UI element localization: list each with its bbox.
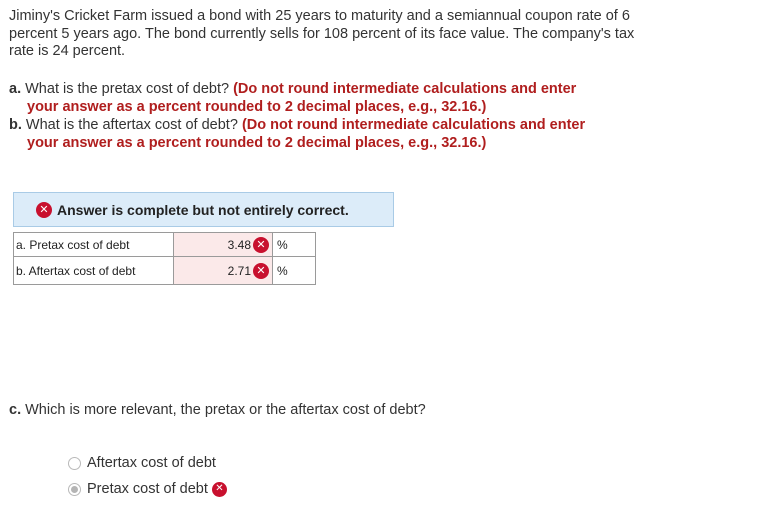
x-circle-icon: ✕ [211, 481, 227, 497]
answer-row-b: b. Aftertax cost of debt 2.71 ✕ % [13, 256, 316, 285]
option-aftertax[interactable]: Aftertax cost of debt [68, 455, 216, 471]
x-circle-icon: ✕ [253, 236, 269, 253]
radio-pretax[interactable] [68, 482, 81, 496]
answer-label-a: a. Pretax cost of debt [13, 232, 174, 257]
x-circle-icon: ✕ [36, 201, 52, 218]
question-a-text: What is the pretax cost of debt? [25, 81, 230, 97]
question-a-instruction-1: (Do not round intermediate calculations … [233, 81, 577, 97]
question-a-instruction-2: your answer as a percent rounded to 2 de… [27, 99, 487, 115]
answer-row-a: a. Pretax cost of debt 3.48 ✕ % [13, 232, 316, 257]
question-c: c. Which is more relevant, the pretax or… [9, 402, 426, 418]
question-c-text: Which is more relevant, the pretax or th… [25, 402, 426, 418]
answer-value-b-cell[interactable]: 2.71 ✕ [173, 256, 273, 285]
option-pretax[interactable]: Pretax cost of debt ✕ [68, 481, 227, 497]
answer-value-a-cell[interactable]: 3.48 ✕ [173, 232, 273, 257]
radio-aftertax[interactable] [68, 456, 81, 470]
result-banner-text: Answer is complete but not entirely corr… [57, 201, 349, 218]
question-a-letter: a. [9, 81, 22, 97]
x-circle-icon: ✕ [253, 262, 269, 279]
question-b: b. What is the aftertax cost of debt? (D… [9, 116, 649, 152]
result-banner: ✕ Answer is complete but not entirely co… [13, 192, 394, 227]
question-b-text: What is the aftertax cost of debt? [25, 117, 238, 133]
question-b-instruction-1: (Do not round intermediate calculations … [241, 117, 586, 133]
answer-value-a[interactable]: 3.48 [228, 238, 251, 252]
answer-unit-b: % [272, 256, 316, 285]
question-b-letter: b. [9, 117, 22, 133]
problem-statement: Jiminy's Cricket Farm issued a bond with… [9, 8, 635, 59]
answer-table: a. Pretax cost of debt 3.48 ✕ % b. After… [13, 232, 316, 285]
option-aftertax-label[interactable]: Aftertax cost of debt [87, 455, 216, 471]
answer-unit-a: % [272, 232, 316, 257]
answer-value-b[interactable]: 2.71 [228, 264, 251, 278]
option-pretax-label[interactable]: Pretax cost of debt [87, 481, 208, 497]
question-c-letter: c. [9, 402, 22, 418]
question-a: a. What is the pretax cost of debt? (Do … [9, 80, 649, 116]
answer-label-b: b. Aftertax cost of debt [13, 256, 174, 285]
question-b-instruction-2: your answer as a percent rounded to 2 de… [27, 135, 487, 151]
